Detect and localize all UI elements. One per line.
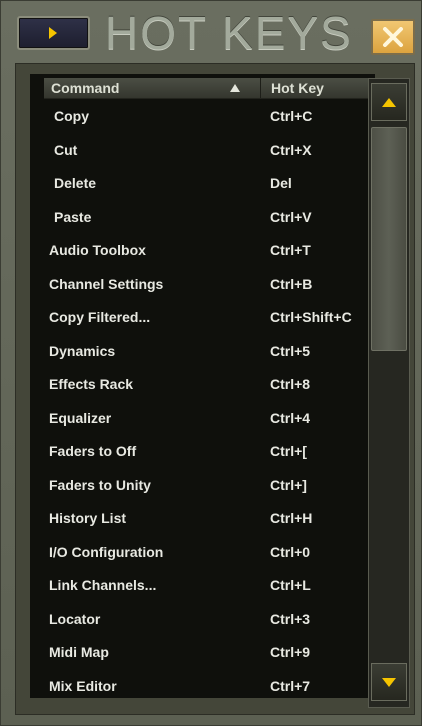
command-label: Cut — [54, 141, 78, 158]
hotkey-label: Ctrl+[ — [270, 443, 307, 459]
up-arrow-icon — [382, 98, 396, 107]
list-item[interactable]: Link Channels... Ctrl+L — [30, 569, 375, 602]
list-item[interactable]: Delete Del — [30, 167, 375, 200]
hotkey-label: Del — [270, 175, 292, 191]
scroll-down-button[interactable] — [371, 663, 407, 701]
list-item[interactable]: Copy Ctrl+C — [30, 100, 375, 133]
list-header: Command Hot Key — [44, 78, 375, 99]
hotkey-panel: Command Hot Key Copy Ctrl+C Cut Ctrl+X Delet… — [15, 63, 415, 715]
title-bar[interactable]: HOT KEYS — [1, 1, 422, 65]
command-label: Faders to Off — [49, 443, 137, 459]
command-label: Locator — [49, 610, 101, 627]
list-item[interactable]: Cut Ctrl+X — [30, 134, 375, 167]
command-label: Link Channels... — [49, 577, 157, 593]
hotkey-label: Ctrl+T — [270, 242, 311, 258]
hotkey-label: Ctrl+3 — [270, 610, 311, 627]
command-label: Channel Settings — [49, 275, 164, 292]
list-item[interactable]: Mix Editor Ctrl+7 — [30, 670, 375, 699]
hotkey-label: Ctrl+H — [270, 510, 313, 526]
hotkey-label: Ctrl+9 — [270, 644, 311, 660]
list-item[interactable]: Equalizer Ctrl+4 — [30, 402, 375, 435]
command-label: Faders to Unity — [49, 476, 151, 493]
hotkey-label: Ctrl+5 — [270, 342, 311, 359]
hotkey-label: Ctrl+Shift+C — [270, 309, 352, 325]
down-arrow-icon — [382, 678, 396, 687]
list-item[interactable]: Copy Filtered... Ctrl+Shift+C — [30, 301, 375, 334]
list-item[interactable]: Channel Settings Ctrl+B — [30, 268, 375, 301]
column-header-command-label: Command — [51, 80, 120, 96]
list-item[interactable]: Midi Map Ctrl+9 — [30, 636, 375, 669]
column-header-command[interactable]: Command — [44, 78, 261, 98]
command-label: Effects Rack — [49, 376, 134, 392]
command-label: I/O Configuration — [49, 543, 164, 560]
list-item[interactable]: Faders to Unity Ctrl+] — [30, 469, 375, 502]
hotkey-label: Ctrl+X — [270, 141, 312, 158]
hotkey-label: Ctrl+0 — [270, 543, 311, 560]
command-label: Midi Map — [49, 644, 109, 660]
list-item[interactable]: Faders to Off Ctrl+[ — [30, 435, 375, 468]
hotkey-label: Ctrl+4 — [270, 409, 311, 426]
list-item[interactable]: I/O Configuration Ctrl+0 — [30, 536, 375, 569]
hotkey-label: Ctrl+7 — [270, 677, 311, 694]
list-item[interactable]: History List Ctrl+H — [30, 502, 375, 535]
close-button[interactable] — [371, 19, 415, 55]
hotkey-label: Ctrl+V — [270, 208, 312, 225]
command-label: History List — [49, 510, 127, 526]
hotkey-label: Ctrl+C — [270, 108, 313, 124]
hotkey-label: Ctrl+B — [270, 275, 313, 292]
list-item[interactable]: Locator Ctrl+3 — [30, 603, 375, 636]
command-label: Paste — [54, 208, 92, 225]
list-item[interactable]: Audio Toolbox Ctrl+T — [30, 234, 375, 267]
hotkey-label: Ctrl+8 — [270, 376, 311, 392]
hotkey-label: Ctrl+L — [270, 577, 311, 593]
close-x-icon — [383, 27, 403, 47]
expand-button[interactable] — [17, 16, 90, 50]
scrollbar-thumb[interactable] — [371, 127, 407, 351]
command-label: Delete — [54, 175, 97, 191]
command-label: Copy Filtered... — [49, 309, 151, 325]
list-item[interactable]: Effects Rack Ctrl+8 — [30, 368, 375, 401]
hotkey-list[interactable]: Command Hot Key Copy Ctrl+C Cut Ctrl+X Delet… — [30, 74, 375, 698]
command-label: Mix Editor — [49, 677, 117, 694]
command-label: Audio Toolbox — [49, 242, 146, 258]
hotkey-label: Ctrl+] — [270, 476, 307, 493]
hot-keys-window: HOT KEYS Command Hot Key Copy Ctrl+C Cut Ct… — [0, 0, 422, 726]
scroll-up-button[interactable] — [371, 83, 407, 121]
right-arrow-icon — [49, 27, 57, 39]
window-title: HOT KEYS — [105, 7, 353, 59]
command-label: Dynamics — [49, 342, 116, 359]
vertical-scrollbar[interactable] — [368, 78, 410, 708]
list-item[interactable]: Dynamics Ctrl+5 — [30, 335, 375, 368]
column-header-hotkey-label: Hot Key — [271, 80, 324, 96]
command-label: Equalizer — [49, 409, 112, 426]
command-label: Copy — [54, 108, 89, 124]
column-header-hotkey[interactable]: Hot Key — [262, 78, 375, 98]
sort-ascending-icon — [230, 84, 240, 92]
list-item[interactable]: Paste Ctrl+V — [30, 201, 375, 234]
